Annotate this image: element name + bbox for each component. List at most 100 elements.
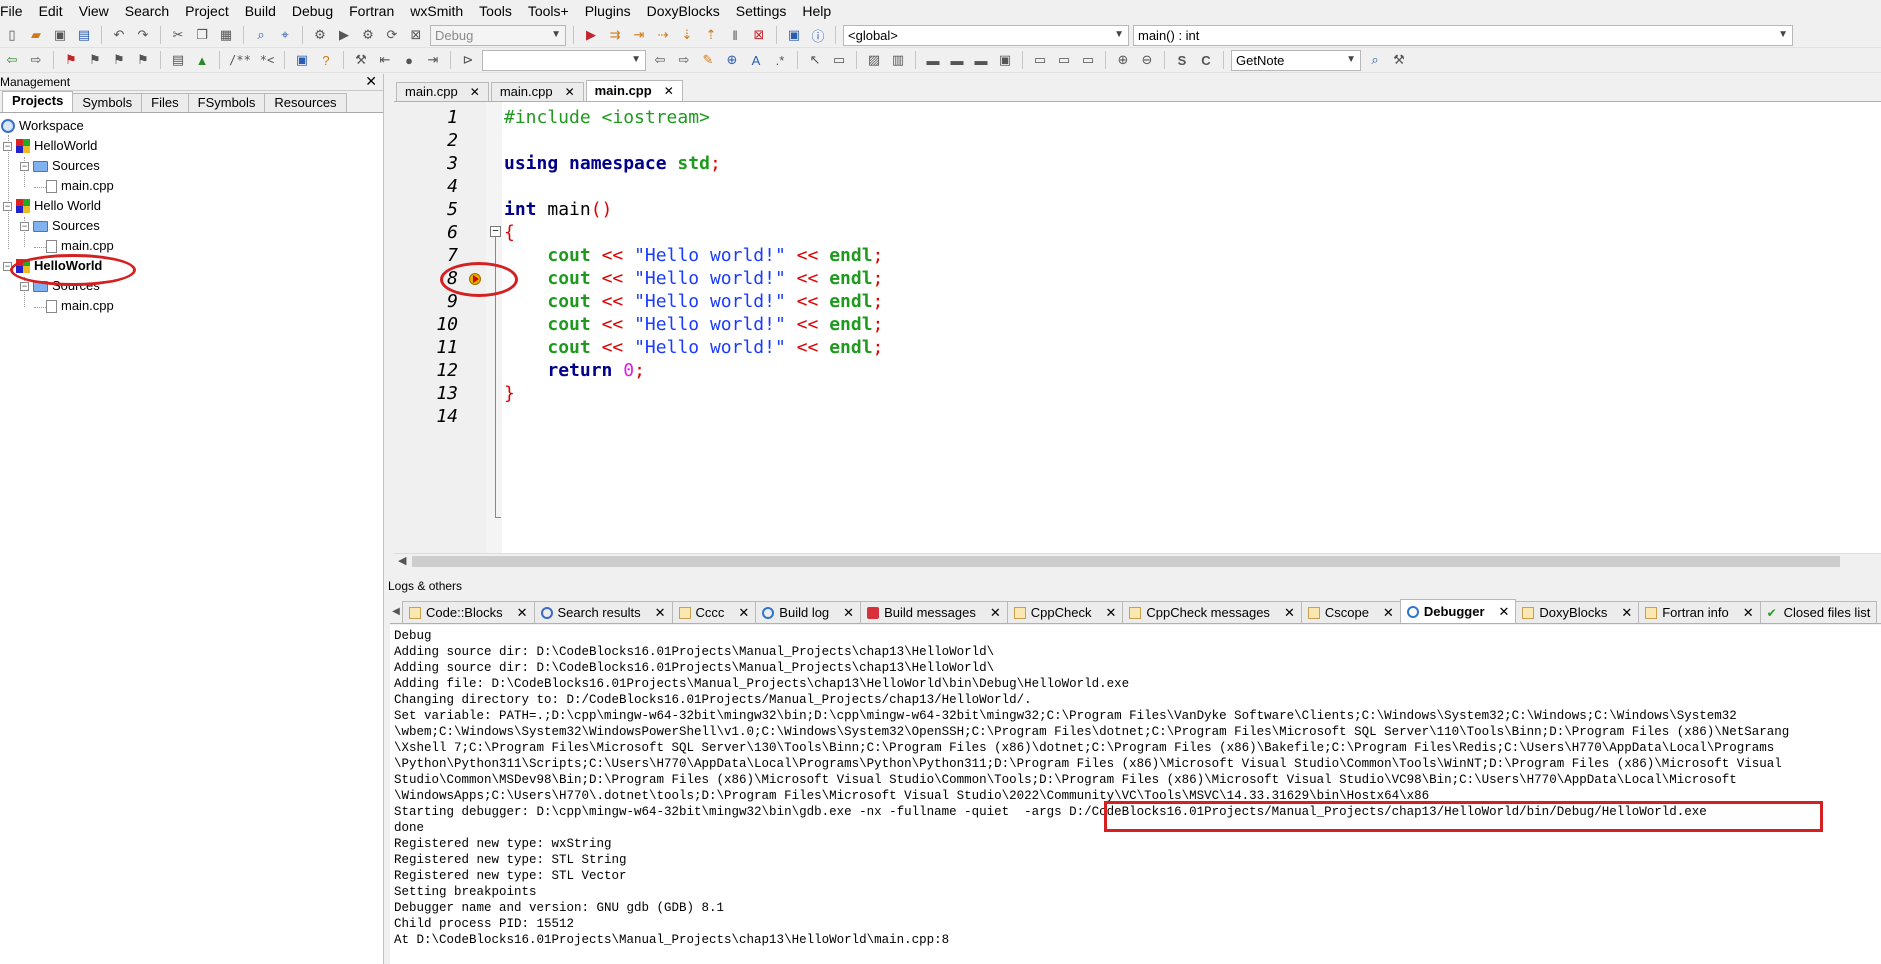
tab-codeblocks[interactable]: Code::Blocks ✕ [402, 601, 535, 623]
search-combo[interactable]: ▼ [482, 49, 646, 71]
tab-closed-files-list[interactable]: ✔ Closed files list [1759, 601, 1878, 623]
horizontal-scrollbar[interactable]: ◀ [394, 553, 1881, 568]
abort-icon[interactable]: ⊠ [405, 24, 427, 46]
editor-tab-active[interactable]: main.cpp ✕ [585, 80, 683, 101]
find-prev-icon[interactable]: ⇦ [649, 49, 671, 71]
debug-start-icon[interactable]: ▶ [580, 24, 602, 46]
close-icon[interactable]: ✕ [738, 602, 749, 624]
tab-fsymbols[interactable]: FSymbols [187, 93, 266, 112]
menu-wxsmith[interactable]: wxSmith [402, 0, 471, 23]
s-icon[interactable]: S [1171, 49, 1193, 71]
comment-block-button[interactable]: /** [226, 49, 254, 71]
tab-symbols[interactable]: Symbols [72, 93, 143, 112]
save-icon[interactable]: ▣ [49, 24, 71, 46]
highlight-icon[interactable]: ✎ [697, 49, 719, 71]
zoom-in-icon[interactable]: ⊕ [1112, 49, 1134, 71]
widget-icon-9[interactable]: ▭ [1077, 49, 1099, 71]
pause-icon[interactable]: ‖ [724, 24, 746, 46]
widget-icon-3[interactable]: ▬ [922, 49, 944, 71]
close-icon[interactable]: ✕ [664, 82, 674, 100]
fold-collapse-icon[interactable]: − [490, 226, 501, 237]
comment-line-button[interactable]: *< [256, 49, 278, 71]
collapse-icon[interactable]: − [20, 221, 29, 231]
prev-icon[interactable]: ⇤ [374, 49, 396, 71]
close-icon[interactable]: ✕ [843, 602, 854, 624]
tab-build-log[interactable]: Build log ✕ [755, 601, 862, 624]
tree-file[interactable]: main.cpp [46, 296, 114, 316]
debug-info-icon[interactable]: ⓘ [807, 24, 829, 46]
step-out-icon[interactable]: ⇡ [700, 24, 722, 46]
search-icon[interactable]: ⌕ [1364, 49, 1386, 71]
menu-tools-plus[interactable]: Tools+ [520, 0, 577, 23]
next-line-icon[interactable]: ⇥ [628, 24, 650, 46]
menu-build[interactable]: Build [237, 0, 284, 23]
code-completion-icon[interactable]: ▤ [167, 49, 189, 71]
tab-scroll-left-icon[interactable]: ◀ [390, 601, 402, 623]
zoom-out-icon[interactable]: ⊖ [1136, 49, 1158, 71]
tree-file[interactable]: main.cpp [46, 176, 114, 196]
open-file-icon[interactable]: ▰ [25, 24, 47, 46]
scrollbar-thumb[interactable] [412, 556, 1840, 567]
close-icon[interactable]: ✕ [517, 602, 528, 624]
function-select[interactable]: main() : int ▼ [1133, 24, 1793, 46]
tab-resources[interactable]: Resources [264, 93, 347, 112]
save-all-icon[interactable]: ▤ [73, 24, 95, 46]
close-icon[interactable]: ✕ [1105, 602, 1116, 624]
jump-forward-icon[interactable]: ⇨ [25, 49, 47, 71]
collapse-icon[interactable]: − [20, 281, 29, 291]
frame-icon[interactable]: ▭ [828, 49, 850, 71]
bookmark-toggle-icon[interactable]: ⚑ [60, 49, 82, 71]
undo-icon[interactable]: ↶ [108, 24, 130, 46]
menu-settings[interactable]: Settings [728, 0, 795, 23]
paste-icon[interactable]: ▦ [215, 24, 237, 46]
editor-tab[interactable]: main.cpp ✕ [396, 82, 489, 101]
scroll-left-icon[interactable]: ◀ [398, 554, 406, 567]
debug-windows-icon[interactable]: ▣ [783, 24, 805, 46]
match-case-icon[interactable]: A [745, 49, 767, 71]
copy-icon[interactable]: ❐ [191, 24, 213, 46]
debugger-log-output[interactable]: Debug Adding source dir: D:\CodeBlocks16… [390, 625, 1881, 964]
menu-view[interactable]: View [71, 0, 117, 23]
tab-doxyblocks[interactable]: DoxyBlocks ✕ [1515, 601, 1640, 624]
close-icon[interactable]: ✕ [1743, 602, 1754, 624]
bookmark-next-icon[interactable]: ⚑ [108, 49, 130, 71]
tab-cccc[interactable]: Cccc ✕ [671, 601, 757, 624]
menu-fortran[interactable]: Fortran [341, 0, 402, 23]
widget-icon-8[interactable]: ▭ [1053, 49, 1075, 71]
tree-file[interactable]: main.cpp [46, 236, 114, 256]
search-toggle-icon[interactable]: ⊳ [457, 49, 479, 71]
widget-icon-5[interactable]: ▬ [970, 49, 992, 71]
stop-debug-icon[interactable]: ⊠ [748, 24, 770, 46]
menu-project[interactable]: Project [177, 0, 237, 23]
menu-tools[interactable]: Tools [471, 0, 520, 23]
doxy-wizard-icon[interactable]: ▣ [291, 49, 313, 71]
collapse-icon[interactable]: − [3, 201, 12, 211]
replace-icon[interactable]: ⌖ [274, 24, 296, 46]
record-icon[interactable]: ● [398, 49, 420, 71]
tab-projects[interactable]: Projects [2, 91, 74, 112]
doxy-help-icon[interactable]: ? [315, 49, 337, 71]
c-icon[interactable]: C [1195, 49, 1217, 71]
regex-icon[interactable]: .* [769, 49, 791, 71]
menu-help[interactable]: Help [794, 0, 839, 23]
find-icon[interactable]: ⌕ [250, 24, 272, 46]
tab-debugger[interactable]: Debugger ✕ [1399, 599, 1517, 623]
tab-build-messages[interactable]: Build messages ✕ [860, 601, 1008, 623]
menu-edit[interactable]: Edit [31, 0, 71, 23]
close-icon[interactable]: ✕ [1621, 602, 1632, 624]
collapse-icon[interactable]: − [3, 141, 12, 151]
close-icon[interactable]: ✕ [565, 83, 575, 101]
build-target-select[interactable]: Debug ▼ [430, 24, 566, 46]
new-file-icon[interactable]: ▯ [1, 24, 23, 46]
tree-workspace[interactable]: Workspace [1, 116, 84, 136]
tree-project[interactable]: − HelloWorld [3, 136, 97, 156]
select-word-icon[interactable]: ⊕ [721, 49, 743, 71]
menu-doxyblocks[interactable]: DoxyBlocks [639, 0, 728, 23]
tree-folder[interactable]: − Sources [20, 216, 100, 236]
code-editor[interactable]: 1 2 3 4 5 6 7 8 9 10 11 12 13 14 − #incl… [394, 101, 1881, 568]
tab-fortran-info[interactable]: Fortran info ✕ [1638, 601, 1761, 624]
widget-icon-2[interactable]: ▥ [887, 49, 909, 71]
find-next-icon[interactable]: ⇨ [673, 49, 695, 71]
tab-cppcheck[interactable]: CppCheck ✕ [1006, 601, 1124, 624]
build-run-icon[interactable]: ⚙ [357, 24, 379, 46]
